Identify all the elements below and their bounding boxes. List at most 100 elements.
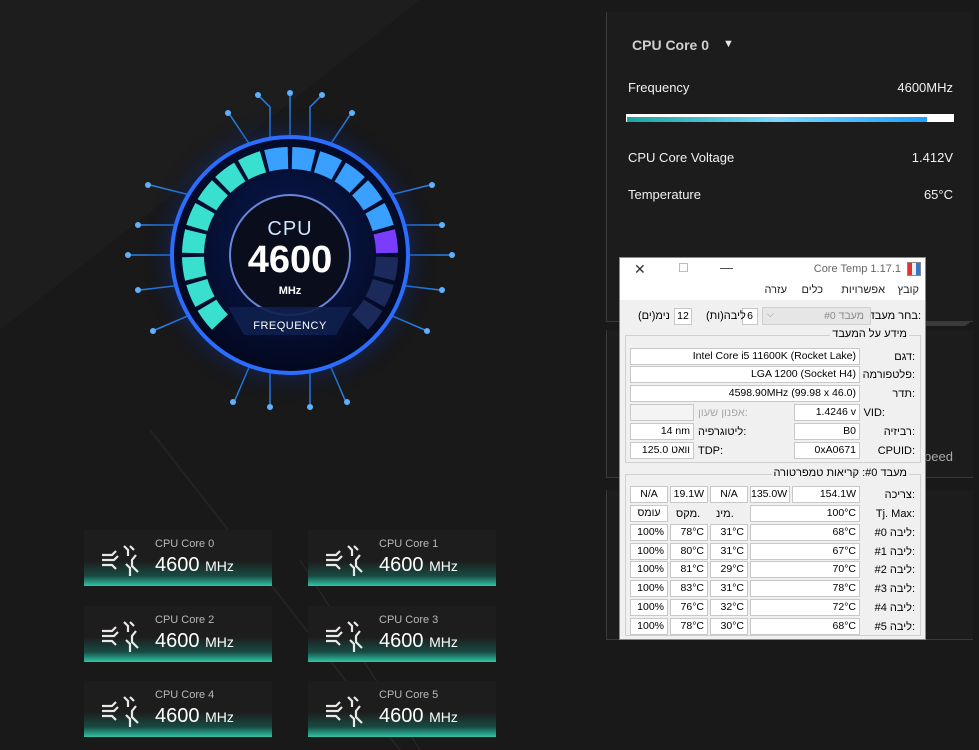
core-load: 100%	[630, 561, 668, 578]
core-temp-max: 80°C	[670, 543, 708, 560]
power-dram: N/A	[630, 486, 668, 503]
revision-label: רביזיה:	[883, 426, 915, 438]
coretemp-window: ✕ ☐ — Core Temp 1.17.1 קובץ אפשרויות כלי…	[619, 257, 926, 640]
core-temp-label: ליבה #3:	[874, 583, 915, 595]
power-ia: 135.0W	[750, 486, 790, 503]
cpu-circuit-icon	[102, 545, 139, 576]
coretemp-app-icon	[907, 262, 921, 276]
core-temp-min: 29°C	[710, 561, 748, 578]
power-gt: N/A	[710, 486, 748, 503]
core-temp-value: 68°C	[750, 524, 860, 541]
core-tile-0[interactable]: CPU Core 0 4600 MHz	[84, 530, 272, 586]
power-label: צריכה:	[884, 489, 915, 501]
model-value: Intel Core i5 11600K (Rocket Lake)	[630, 348, 860, 365]
gauge-unit: MHz	[278, 285, 302, 297]
lithography-value: 14 nm	[630, 423, 694, 440]
caret-down-icon[interactable]: ▼	[723, 38, 734, 50]
tjmax-value: 100°C	[750, 505, 860, 522]
core-tile-label: CPU Core 2	[155, 614, 215, 626]
processor-info-header: מידע על המעבד	[830, 328, 909, 340]
cpuid-label: CPUID:	[877, 445, 915, 457]
core-tile-2[interactable]: CPU Core 2 4600 MHz	[84, 606, 272, 662]
core-temp-value: 72°C	[750, 599, 860, 616]
chevron-down-icon: ⌵	[767, 309, 774, 319]
core-temp-max: 83°C	[670, 580, 708, 597]
core-tile-value: 4600 MHz	[379, 630, 458, 652]
tdp-label: TDP:	[698, 445, 724, 457]
close-icon[interactable]: ✕	[634, 261, 646, 278]
core-temp-value: 67°C	[750, 543, 860, 560]
core-temp-max: 78°C	[670, 524, 708, 541]
core-tile-value: 4600 MHz	[155, 554, 234, 576]
gauge-title: CPU	[267, 218, 313, 240]
temperature-value: 65°C	[923, 187, 953, 202]
core-tile-value: 4600 MHz	[379, 705, 458, 727]
core-tile-4[interactable]: CPU Core 4 4600 MHz	[84, 681, 272, 737]
cpu-circuit-icon	[102, 696, 139, 727]
core-tile-value: 4600 MHz	[155, 705, 234, 727]
menu-options[interactable]: אפשרויות	[841, 284, 885, 296]
threads-label: נימ(ים)	[638, 310, 670, 322]
frequency-bar-fill	[627, 117, 927, 122]
voltage-value: 1.412V	[911, 150, 953, 165]
platform-label: פלטפורמה:	[862, 369, 915, 381]
core-tile-value: 4600 MHz	[379, 554, 458, 576]
menu-tools[interactable]: כלים	[802, 284, 823, 296]
temperature-label: Temperature	[628, 187, 701, 202]
col-min-header: מינ.	[716, 508, 734, 520]
select-processor-label: בחר מעבד:	[868, 310, 921, 322]
core-tile-label: CPU Core 4	[155, 689, 215, 701]
cores-label: ליבה(ות)	[706, 310, 746, 322]
core-temp-label: ליבה #1:	[874, 546, 915, 558]
core-temp-value: 78°C	[750, 580, 860, 597]
tdp-value: 125.0 וואט	[630, 442, 694, 459]
core-temp-min: 31°C	[710, 543, 748, 560]
core-temp-label: ליבה #2:	[874, 564, 915, 576]
gauge-caption: FREQUENCY	[253, 320, 327, 332]
maximize-icon[interactable]: ☐	[678, 261, 689, 275]
minimize-icon[interactable]: —	[720, 260, 733, 275]
core-tile-5[interactable]: CPU Core 5 4600 MHz	[308, 681, 496, 737]
core-load: 100%	[630, 524, 668, 541]
vid-value: 1.4246 v	[794, 404, 860, 421]
core-load: 100%	[630, 618, 668, 635]
core-temp-value: 68°C	[750, 618, 860, 635]
core-tile-3[interactable]: CPU Core 3 4600 MHz	[308, 606, 496, 662]
revision-value: B0	[794, 423, 860, 440]
power-uncore: 19.1W	[670, 486, 708, 503]
frequency-bar	[626, 114, 954, 122]
frequency-value: 4600MHz	[897, 80, 953, 95]
core-select-dropdown[interactable]: CPU Core 0	[632, 37, 709, 53]
core-tile-label: CPU Core 0	[155, 538, 215, 550]
core-tile-label: CPU Core 1	[379, 538, 439, 550]
cpuid-value: 0xA0671	[794, 442, 860, 459]
menu-help[interactable]: עזרה	[765, 284, 787, 296]
power-package: 154.1W	[792, 486, 860, 503]
platform-value: LGA 1200 (Socket H4)	[630, 366, 860, 383]
vid-label: VID:	[863, 407, 885, 419]
cpu-circuit-icon	[326, 545, 363, 576]
frequency-gauge: CPU 4600 MHz FREQUENCY	[110, 75, 470, 435]
core-load: 100%	[630, 599, 668, 616]
cpu-circuit-icon	[326, 696, 363, 727]
core-temp-label: ליבה #0:	[874, 527, 915, 539]
cpu-circuit-icon	[326, 621, 363, 652]
gauge-value: 4600	[247, 239, 333, 281]
core-temp-label: ליבה #4:	[874, 602, 915, 614]
processor-select[interactable]: ⌵ מעבד #0	[762, 307, 871, 325]
menu-file[interactable]: קובץ	[898, 284, 919, 296]
model-label: דגם:	[894, 351, 915, 363]
core-temp-min: 31°C	[710, 524, 748, 541]
core-load: 100%	[630, 543, 668, 560]
coretemp-titlebar[interactable]: ✕ ☐ — Core Temp 1.17.1	[620, 258, 925, 282]
core-temp-value: 70°C	[750, 561, 860, 578]
core-tile-label: CPU Core 5	[379, 689, 439, 701]
window-title: Core Temp 1.17.1	[813, 263, 901, 275]
col-load-header: עומס	[630, 505, 668, 522]
core-tile-1[interactable]: CPU Core 1 4600 MHz	[308, 530, 496, 586]
clock-modulation-value	[630, 404, 694, 421]
cpu-circuit-icon	[102, 621, 139, 652]
tjmax-label: Tj. Max:	[875, 508, 915, 520]
frequency-label: תדר:	[892, 388, 915, 400]
core-temp-min: 30°C	[710, 618, 748, 635]
